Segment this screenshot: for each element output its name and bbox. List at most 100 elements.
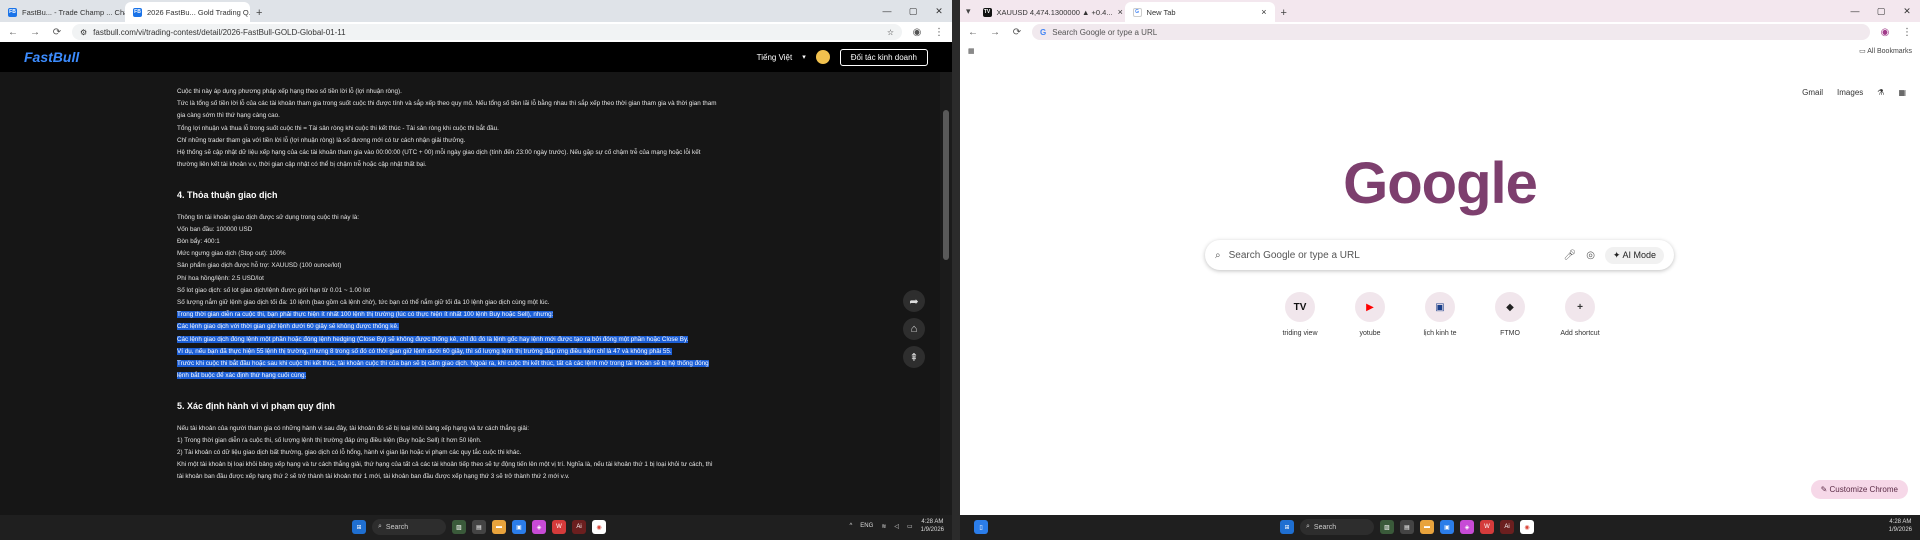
avatar[interactable] bbox=[815, 50, 830, 64]
input-language[interactable]: ENG bbox=[860, 523, 873, 529]
tray-chevron-icon[interactable]: ^ bbox=[849, 523, 852, 529]
task-view-icon[interactable]: ▤ bbox=[1400, 520, 1414, 534]
clock-date: 1/9/2026 bbox=[920, 527, 944, 533]
apps-grid-icon[interactable]: ▦ bbox=[968, 47, 975, 55]
contest-rules-article: Cuộc thi này áp dụng phương pháp xếp hạn… bbox=[0, 72, 940, 515]
tab-fastbull-gold-contest[interactable]: FB 2026 FastBu... Gold Trading Q... × bbox=[125, 2, 250, 22]
labs-flask-icon[interactable]: ⚗ bbox=[1877, 88, 1884, 97]
article-line: Ví dụ, nếu bạn đã thực hiện 55 lệnh thị … bbox=[177, 346, 940, 358]
google-search-box[interactable]: ⌕ Search Google or type a URL 🎤︎ ◎ ✦ AI … bbox=[1205, 240, 1674, 270]
article-line: Đòn bẩy: 400:1 bbox=[177, 236, 940, 248]
chrome-icon[interactable]: ◉ bbox=[1520, 520, 1534, 534]
fastbull-header: FastBull Tiếng Việt ▾ Đối tác kinh doanh bbox=[0, 42, 952, 72]
adobe-illustrator-icon[interactable]: Ai bbox=[572, 520, 586, 534]
close-window-icon[interactable]: ✕ bbox=[926, 0, 952, 22]
tab-new-tab[interactable]: G New Tab × bbox=[1124, 2, 1275, 22]
task-view-icon[interactable]: ▤ bbox=[472, 520, 486, 534]
omnibox[interactable]: G Search Google or type a URL bbox=[1032, 24, 1870, 40]
clock[interactable]: 4:28 AM 1/9/2026 bbox=[1889, 518, 1912, 534]
back-icon[interactable]: ← bbox=[966, 27, 980, 38]
new-tab-icon[interactable]: + bbox=[1281, 7, 1287, 19]
forward-icon[interactable]: → bbox=[28, 27, 42, 38]
volume-icon[interactable]: ◁ bbox=[894, 523, 899, 530]
shortcut-label: triding view bbox=[1282, 330, 1318, 337]
article-line-text: lệnh bắt buộc để xác định thứ hạng cuối … bbox=[177, 372, 307, 380]
scrollbar-thumb[interactable] bbox=[943, 110, 949, 260]
close-tab-icon[interactable]: × bbox=[1261, 7, 1266, 17]
lens-camera-icon[interactable]: ◎ bbox=[1586, 250, 1595, 261]
home-icon[interactable]: ⌂ bbox=[903, 318, 925, 340]
minimize-icon[interactable]: — bbox=[874, 0, 900, 22]
file-explorer-icon[interactable]: ▬ bbox=[492, 520, 506, 534]
store-icon[interactable]: ▣ bbox=[512, 520, 526, 534]
back-icon[interactable]: ← bbox=[6, 27, 20, 38]
app-red-icon[interactable]: W bbox=[552, 520, 566, 534]
maximize-icon[interactable]: ▢ bbox=[900, 0, 926, 22]
chrome-icon[interactable]: ◉ bbox=[592, 520, 606, 534]
scroll-top-icon[interactable]: ⇞ bbox=[903, 346, 925, 368]
shortcut-tile[interactable]: ▶ yotube bbox=[1346, 292, 1394, 337]
windows-start-icon[interactable]: ⊞ bbox=[352, 520, 366, 534]
widgets-icon[interactable]: ▨ bbox=[452, 520, 466, 534]
maximize-icon[interactable]: ▢ bbox=[1868, 0, 1894, 22]
shortcut-tile[interactable]: TV triding view bbox=[1276, 292, 1324, 337]
bookmarks-bar: ▦ ▭ All Bookmarks bbox=[960, 42, 1920, 60]
bookmark-star-icon[interactable]: ☆ bbox=[887, 28, 894, 37]
ai-mode-button[interactable]: ✦ AI Mode bbox=[1604, 246, 1664, 264]
customize-chrome-button[interactable]: ✎ Customize Chrome bbox=[1810, 480, 1908, 499]
adobe-illustrator-icon[interactable]: Ai bbox=[1500, 520, 1514, 534]
article-line: Sản phẩm giao dịch được hỗ trợ: XAUUSD (… bbox=[177, 260, 940, 272]
reload-icon[interactable]: ⟳ bbox=[50, 27, 64, 38]
partner-button[interactable]: Đối tác kinh doanh bbox=[839, 48, 928, 66]
page-scrollbar[interactable] bbox=[940, 72, 952, 515]
taskbar-search[interactable]: ⌕ Search bbox=[372, 519, 446, 535]
google-apps-icon[interactable]: ▦ bbox=[1898, 88, 1906, 97]
clock[interactable]: 4:28 AM 1/9/2026 bbox=[921, 518, 944, 534]
menu-icon[interactable]: ⋮ bbox=[1900, 27, 1914, 38]
all-bookmarks-button[interactable]: ▭ All Bookmarks bbox=[1859, 47, 1912, 55]
taskbar-app-icon[interactable]: ▯ bbox=[974, 520, 988, 534]
new-tab-icon[interactable]: + bbox=[256, 7, 262, 19]
shortcut-tile[interactable]: ◆ FTMO bbox=[1486, 292, 1534, 337]
battery-icon[interactable]: ▭ bbox=[907, 523, 913, 530]
app-red-icon[interactable]: W bbox=[1480, 520, 1494, 534]
images-link[interactable]: Images bbox=[1837, 88, 1863, 97]
language-selector[interactable]: Tiếng Việt bbox=[757, 53, 793, 62]
fastbull-logo[interactable]: FastBull bbox=[24, 49, 79, 65]
site-info-icon[interactable]: ⚙ bbox=[80, 28, 87, 37]
minimize-icon[interactable]: — bbox=[1842, 0, 1868, 22]
article-line-text: Các lệnh giao dịch đóng lệnh một phần ho… bbox=[177, 335, 689, 343]
file-explorer-icon[interactable]: ▬ bbox=[1420, 520, 1434, 534]
article-line-text: Trong thời gian diễn ra cuộc thi, bạn ph… bbox=[177, 311, 554, 319]
tab-tradingview-xauusd[interactable]: TV XAUUSD 4,474.1300000 ▲ +0.4... × bbox=[975, 2, 1125, 22]
profile-icon[interactable]: ◉ bbox=[910, 27, 924, 38]
profile-icon[interactable]: ◉ bbox=[1878, 27, 1892, 38]
taskbar-search[interactable]: ⌕ Search bbox=[1300, 519, 1374, 535]
share-icon[interactable]: ➦ bbox=[903, 290, 925, 312]
voice-search-icon[interactable]: 🎤︎ bbox=[1563, 250, 1576, 261]
widgets-icon[interactable]: ▨ bbox=[1380, 520, 1394, 534]
close-window-icon[interactable]: ✕ bbox=[1894, 0, 1920, 22]
tab-search-icon[interactable]: ▾ bbox=[966, 6, 971, 17]
article-line: Cuộc thi này áp dụng phương pháp xếp hạn… bbox=[177, 86, 940, 98]
menu-icon[interactable]: ⋮ bbox=[932, 27, 946, 38]
store-icon[interactable]: ▣ bbox=[1440, 520, 1454, 534]
article-line-text: Tức là tổng số tiền lời lỗ của các tài k… bbox=[177, 100, 717, 108]
forward-icon[interactable]: → bbox=[988, 27, 1002, 38]
gmail-link[interactable]: Gmail bbox=[1802, 88, 1823, 97]
window-divider bbox=[952, 0, 960, 540]
clock-date: 1/9/2026 bbox=[1888, 527, 1912, 533]
wifi-icon[interactable]: ≋ bbox=[881, 523, 886, 530]
shortcut-tile[interactable]: + Add shortcut bbox=[1556, 292, 1604, 337]
copilot-icon[interactable]: ◈ bbox=[1460, 520, 1474, 534]
tab-label: New Tab bbox=[1146, 7, 1176, 17]
windows-start-icon[interactable]: ⊞ bbox=[1280, 520, 1294, 534]
search-input[interactable]: Search Google or type a URL bbox=[1229, 250, 1360, 261]
address-bar[interactable]: ⚙ fastbull.com/vi/trading-contest/detail… bbox=[72, 24, 902, 40]
clock-time: 4:28 AM bbox=[921, 519, 944, 525]
reload-icon[interactable]: ⟳ bbox=[1010, 27, 1024, 38]
shortcut-tile[interactable]: ▣ lịch kinh te bbox=[1416, 292, 1464, 337]
close-tab-icon[interactable]: × bbox=[1118, 7, 1123, 17]
tab-fastbull-trade-champ[interactable]: FB FastBu... - Trade Champ ... Chat × bbox=[0, 2, 125, 22]
copilot-icon[interactable]: ◈ bbox=[532, 520, 546, 534]
